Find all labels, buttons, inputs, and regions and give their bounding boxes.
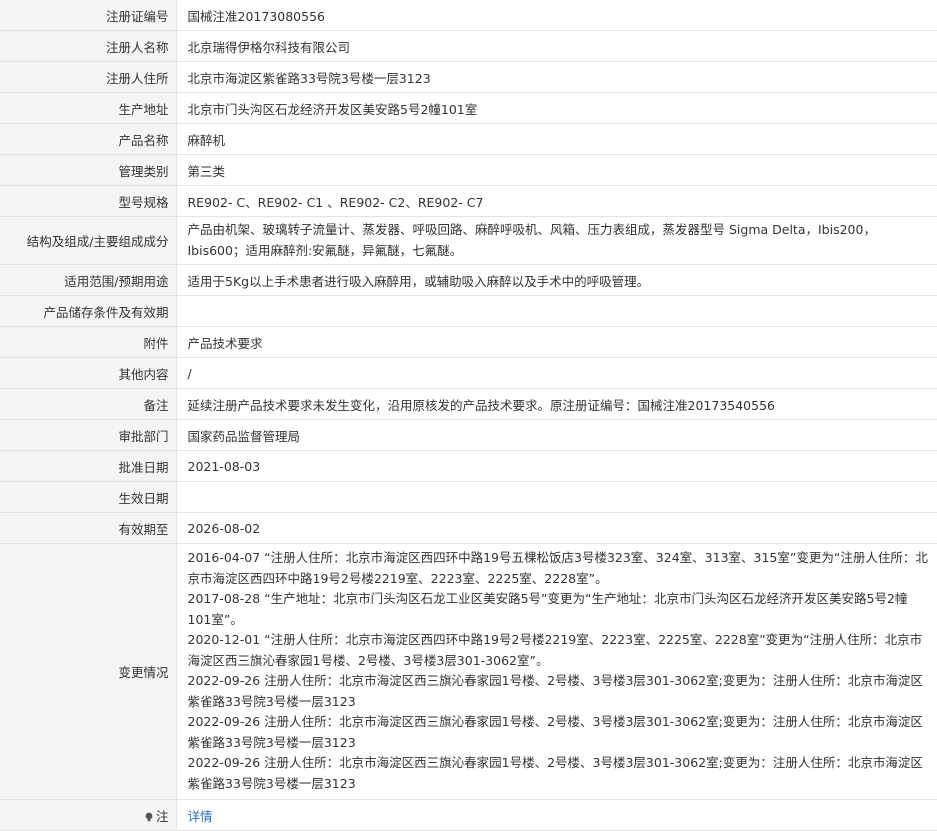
row-registrant-address: 注册人住所 北京市海淀区紫雀路33号院3号楼一层3123 bbox=[0, 61, 937, 93]
row-note: 注 详情 bbox=[0, 799, 937, 831]
row-label: 附件 bbox=[0, 326, 177, 358]
row-label: 注册人名称 bbox=[0, 30, 177, 62]
row-registrant-name: 注册人名称 北京瑞得伊格尔科技有限公司 bbox=[0, 30, 937, 62]
row-value: 国械注准20173080556 bbox=[176, 0, 937, 31]
row-value: 北京瑞得伊格尔科技有限公司 bbox=[176, 30, 937, 62]
row-effective-date: 生效日期 bbox=[0, 481, 937, 513]
row-storage-conditions: 产品储存条件及有效期 bbox=[0, 295, 937, 327]
row-value: RE902- C、RE902- C1 、RE902- C2、RE902- C7 bbox=[176, 185, 937, 217]
row-label: 产品名称 bbox=[0, 123, 177, 155]
row-value: 第三类 bbox=[176, 154, 937, 186]
row-valid-until: 有效期至 2026-08-02 bbox=[0, 512, 937, 544]
row-label: 注册人住所 bbox=[0, 61, 177, 93]
row-change-history: 变更情况 2016-04-07 “注册人住所：北京市海淀区西四环中路19号五棵松… bbox=[0, 543, 937, 800]
device-registration-table: 注册证编号 国械注准20173080556 注册人名称 北京瑞得伊格尔科技有限公… bbox=[0, 0, 937, 831]
row-label: 有效期至 bbox=[0, 512, 177, 544]
row-structure-composition: 结构及组成/主要组成成分 产品由机架、玻璃转子流量计、蒸发器、呼吸回路、麻醉呼吸… bbox=[0, 216, 937, 265]
row-registration-number: 注册证编号 国械注准20173080556 bbox=[0, 0, 937, 31]
row-value: / bbox=[176, 357, 937, 389]
row-value: 延续注册产品技术要求未发生变化，沿用原核发的产品技术要求。原注册证编号：国械注准… bbox=[176, 388, 937, 420]
row-value: 详情 bbox=[176, 799, 937, 831]
row-label: 其他内容 bbox=[0, 357, 177, 389]
row-model-spec: 型号规格 RE902- C、RE902- C1 、RE902- C2、RE902… bbox=[0, 185, 937, 217]
row-value bbox=[176, 295, 937, 327]
row-other-content: 其他内容 / bbox=[0, 357, 937, 389]
change-item: 2022-09-26 注册人住所：北京市海淀区西三旗沁春家园1号楼、2号楼、3号… bbox=[187, 673, 923, 709]
row-label: 管理类别 bbox=[0, 154, 177, 186]
change-item: 2022-09-26 注册人住所：北京市海淀区西三旗沁春家园1号楼、2号楼、3号… bbox=[187, 755, 923, 791]
row-value: 产品技术要求 bbox=[176, 326, 937, 358]
row-value: 2026-08-02 bbox=[176, 512, 937, 544]
change-item: 2017-08-28 “生产地址：北京市门头沟区石龙工业区美安路5号”变更为“生… bbox=[187, 591, 908, 627]
change-item: 2016-04-07 “注册人住所：北京市海淀区西四环中路19号五棵松饭店3号楼… bbox=[187, 550, 928, 586]
lightbulb-icon bbox=[145, 812, 153, 821]
row-label: 结构及组成/主要组成成分 bbox=[0, 216, 177, 265]
row-label: 注册证编号 bbox=[0, 0, 177, 31]
row-label: 审批部门 bbox=[0, 419, 177, 451]
change-item: 2020-12-01 “注册人住所：北京市海淀区西四环中路19号2号楼2219室… bbox=[187, 632, 923, 668]
row-label: 变更情况 bbox=[0, 543, 177, 800]
row-value bbox=[176, 481, 937, 513]
note-label: 注 bbox=[155, 808, 169, 824]
change-item: 2022-09-26 注册人住所：北京市海淀区西三旗沁春家园1号楼、2号楼、3号… bbox=[187, 714, 923, 750]
row-label: 生效日期 bbox=[0, 481, 177, 513]
row-label: 生产地址 bbox=[0, 92, 177, 124]
row-approval-department: 审批部门 国家药品监督管理局 bbox=[0, 419, 937, 451]
row-value: 2021-08-03 bbox=[176, 450, 937, 482]
row-value: 麻醉机 bbox=[176, 123, 937, 155]
row-approval-date: 批准日期 2021-08-03 bbox=[0, 450, 937, 482]
row-value: 北京市门头沟区石龙经济开发区美安路5号2幢101室 bbox=[176, 92, 937, 124]
row-intended-use: 适用范围/预期用途 适用于5Kg以上手术患者进行吸入麻醉用，或辅助吸入麻醉以及手… bbox=[0, 264, 937, 296]
row-value: 产品由机架、玻璃转子流量计、蒸发器、呼吸回路、麻醉呼吸机、风箱、压力表组成，蒸发… bbox=[176, 216, 937, 265]
row-label: 型号规格 bbox=[0, 185, 177, 217]
row-label: 批准日期 bbox=[0, 450, 177, 482]
row-value: 国家药品监督管理局 bbox=[176, 419, 937, 451]
row-product-name: 产品名称 麻醉机 bbox=[0, 123, 937, 155]
change-history-list: 2016-04-07 “注册人住所：北京市海淀区西四环中路19号五棵松饭店3号楼… bbox=[176, 543, 937, 800]
row-production-address: 生产地址 北京市门头沟区石龙经济开发区美安路5号2幢101室 bbox=[0, 92, 937, 124]
row-label: 适用范围/预期用途 bbox=[0, 264, 177, 296]
row-value: 适用于5Kg以上手术患者进行吸入麻醉用，或辅助吸入麻醉以及手术中的呼吸管理。 bbox=[176, 264, 937, 296]
row-value: 北京市海淀区紫雀路33号院3号楼一层3123 bbox=[176, 61, 937, 93]
row-remarks: 备注 延续注册产品技术要求未发生变化，沿用原核发的产品技术要求。原注册证编号：国… bbox=[0, 388, 937, 420]
row-attachment: 附件 产品技术要求 bbox=[0, 326, 937, 358]
row-label: 备注 bbox=[0, 388, 177, 420]
row-management-category: 管理类别 第三类 bbox=[0, 154, 937, 186]
details-link[interactable]: 详情 bbox=[188, 809, 213, 824]
row-label: 注 bbox=[0, 799, 177, 831]
row-label: 产品储存条件及有效期 bbox=[0, 295, 177, 327]
